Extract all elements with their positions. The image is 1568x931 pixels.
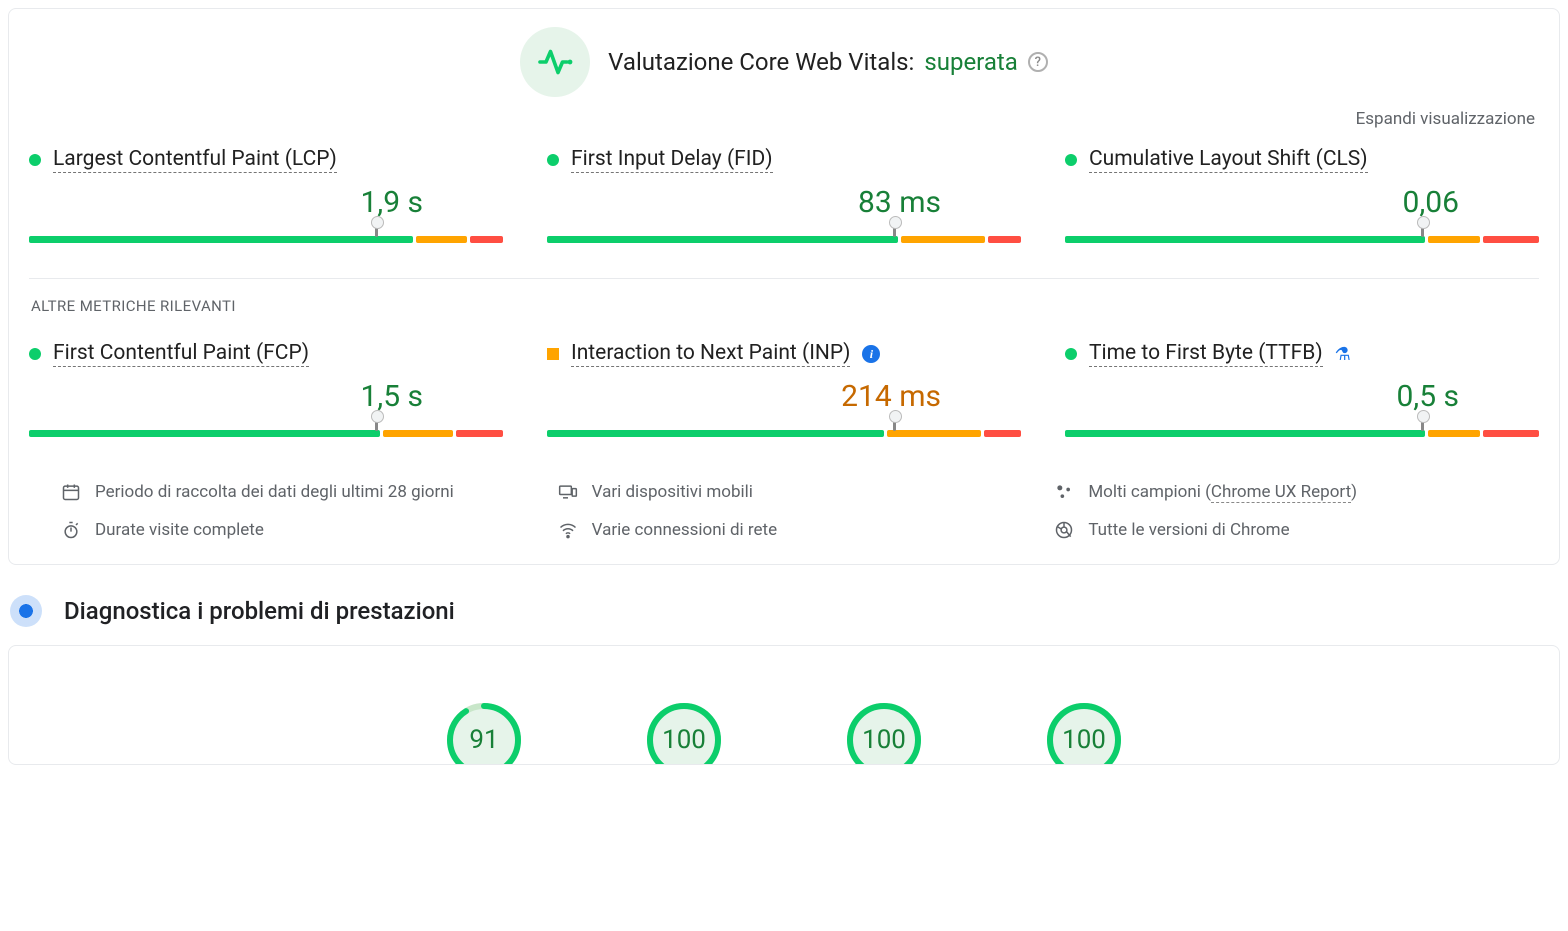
meta-visits-text: Durate visite complete [95,520,264,540]
gauge-marker-icon [893,223,896,237]
score-value: 91 [444,700,524,765]
core-web-vitals-card: Valutazione Core Web Vitals: superata ? … [8,8,1560,565]
help-icon[interactable]: ? [1028,52,1048,72]
meta-chrome: Tutte le versioni di Chrome [1054,520,1507,540]
metric-name-link[interactable]: Interaction to Next Paint (INP) [571,341,850,367]
status-dot-icon [547,154,559,166]
gauge-icon [10,595,42,627]
metric: Largest Contentful Paint (LCP) 1,9 s [29,147,503,244]
meta-period-text: Periodo di raccolta dei dati degli ultim… [95,482,454,502]
samples-icon [1054,482,1074,502]
metric-value: 0,06 [1065,185,1539,220]
scores-card: 91 100 100 100 [8,645,1560,765]
metric-value: 1,9 s [29,185,503,220]
pulse-icon [520,27,590,97]
score-gauge[interactable]: 100 [644,700,724,765]
expand-view-link[interactable]: Espandi visualizzazione [29,103,1539,147]
score-value: 100 [644,700,724,765]
metric-title-row: First Input Delay (FID) [547,147,1021,173]
flask-icon: ⚗ [1335,344,1351,365]
metric: First Contentful Paint (FCP) 1,5 s [29,341,503,438]
other-metrics-grid: First Contentful Paint (FCP) 1,5 s Interac… [29,341,1539,438]
status-dot-icon [29,154,41,166]
gauge-marker-icon [375,223,378,237]
meta-devices: Vari dispositivi mobili [558,482,1011,502]
metric: Time to First Byte (TTFB) ⚗ 0,5 s [1065,341,1539,438]
metric-name-link[interactable]: Largest Contentful Paint (LCP) [53,147,337,173]
metric-value: 1,5 s [29,379,503,414]
metric-gauge [1065,222,1539,244]
meta-visits: Durate visite complete [61,520,514,540]
metric-gauge [547,222,1021,244]
stopwatch-icon [61,520,81,540]
chrome-ux-report-link[interactable]: Chrome UX Report [1211,482,1351,503]
metric-value: 83 ms [547,185,1021,220]
metric-gauge [29,416,503,438]
metric-gauge [1065,416,1539,438]
metric-name-link[interactable]: First Contentful Paint (FCP) [53,341,309,367]
meta-network: Varie connessioni di rete [558,520,1011,540]
score-value: 100 [844,700,924,765]
metric-name-link[interactable]: First Input Delay (FID) [571,147,773,173]
status-square-icon [547,348,559,360]
metric-gauge [29,222,503,244]
meta-chrome-text: Tutte le versioni di Chrome [1088,520,1289,540]
cwv-header: Valutazione Core Web Vitals: superata ? [29,27,1539,97]
metric-title-row: First Contentful Paint (FCP) [29,341,503,367]
metric: First Input Delay (FID) 83 ms [547,147,1021,244]
wifi-icon [558,520,578,540]
other-metrics-heading: ALTRE METRICHE RILEVANTI [31,297,1539,315]
metric-name-link[interactable]: Cumulative Layout Shift (CLS) [1089,147,1368,173]
info-icon[interactable]: i [862,345,880,363]
calendar-icon [61,482,81,502]
cwv-title-prefix: Valutazione Core Web Vitals: [608,48,914,76]
metric-title-row: Largest Contentful Paint (LCP) [29,147,503,173]
meta-period: Periodo di raccolta dei dati degli ultim… [61,482,514,502]
score-value: 100 [1044,700,1124,765]
score-gauge[interactable]: 100 [844,700,924,765]
devices-icon [558,482,578,502]
metric-value: 214 ms [547,379,1021,414]
score-gauge[interactable]: 91 [444,700,524,765]
core-metrics-grid: Largest Contentful Paint (LCP) 1,9 s First… [29,147,1539,244]
gauge-marker-icon [1421,223,1424,237]
metric-title-row: Cumulative Layout Shift (CLS) [1065,147,1539,173]
meta-network-text: Varie connessioni di rete [592,520,777,540]
metric-title-row: Time to First Byte (TTFB) ⚗ [1065,341,1539,367]
diagnostics-title: Diagnostica i problemi di prestazioni [64,597,455,625]
scores-row: 91 100 100 100 [29,664,1539,765]
status-dot-icon [1065,154,1077,166]
metric-name-link[interactable]: Time to First Byte (TTFB) [1089,341,1323,367]
meta-devices-text: Vari dispositivi mobili [592,482,753,502]
metric: Cumulative Layout Shift (CLS) 0,06 [1065,147,1539,244]
metric-gauge [547,416,1021,438]
metric-title-row: Interaction to Next Paint (INP) i [547,341,1021,367]
gauge-marker-icon [375,417,378,431]
cwv-status: superata [924,48,1017,76]
meta-samples: Molti campioni (Chrome UX Report) [1054,482,1507,502]
status-dot-icon [1065,348,1077,360]
gauge-marker-icon [893,417,896,431]
chrome-icon [1054,520,1074,540]
diagnostics-header: Diagnostica i problemi di prestazioni [10,595,1568,627]
meta-samples-text: Molti campioni (Chrome UX Report) [1088,482,1357,502]
divider [29,278,1539,279]
gauge-marker-icon [1421,417,1424,431]
status-dot-icon [29,348,41,360]
cwv-title: Valutazione Core Web Vitals: superata ? [608,48,1048,76]
metric: Interaction to Next Paint (INP) i 214 ms [547,341,1021,438]
score-gauge[interactable]: 100 [1044,700,1124,765]
metadata-footer: Periodo di raccolta dei dati degli ultim… [29,482,1539,540]
metric-value: 0,5 s [1065,379,1539,414]
